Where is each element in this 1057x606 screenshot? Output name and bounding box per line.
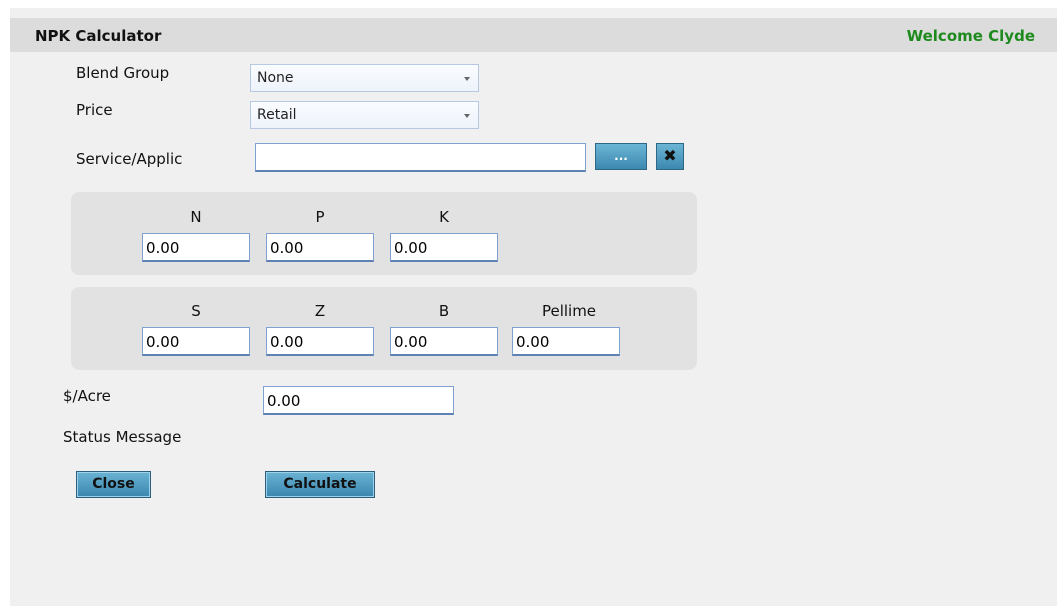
s-input[interactable]: 0.00 — [142, 327, 250, 356]
acre-label: $/Acre — [63, 387, 111, 405]
blend-group-select[interactable]: None — [250, 64, 479, 92]
micros-group: S Z B Pellime 0.00 0.00 0.00 0.00 — [71, 287, 697, 370]
price-select[interactable]: Retail — [250, 101, 479, 129]
price-label: Price — [76, 101, 113, 119]
chevron-down-icon — [464, 77, 470, 81]
service-applic-input[interactable] — [255, 143, 586, 172]
n-label: N — [190, 208, 202, 226]
k-label: K — [439, 208, 449, 226]
browse-button[interactable]: ... — [595, 143, 647, 170]
page-title: NPK Calculator — [35, 27, 162, 45]
acre-input[interactable]: 0.00 — [263, 386, 454, 415]
chevron-down-icon — [464, 114, 470, 118]
blend-group-label: Blend Group — [76, 64, 170, 82]
close-button[interactable]: Close — [76, 471, 151, 498]
clear-button[interactable]: ✖ — [656, 143, 684, 170]
npk-group: N P K 0.00 0.00 0.00 — [71, 192, 697, 275]
price-value: Retail — [257, 107, 297, 123]
k-input[interactable]: 0.00 — [390, 233, 498, 262]
p-label: P — [315, 208, 325, 226]
n-input[interactable]: 0.00 — [142, 233, 250, 262]
welcome-message: Welcome Clyde — [906, 27, 1035, 45]
pellime-input[interactable]: 0.00 — [512, 327, 620, 356]
z-label: Z — [314, 302, 326, 320]
calculate-button[interactable]: Calculate — [265, 471, 375, 498]
pellime-label: Pellime — [541, 302, 597, 320]
close-icon: ✖ — [663, 146, 677, 165]
status-message-label: Status Message — [63, 428, 182, 446]
b-label: B — [438, 302, 450, 320]
npk-calculator-panel: NPK Calculator Welcome Clyde Blend Group… — [10, 8, 1057, 606]
z-input[interactable]: 0.00 — [266, 327, 374, 356]
title-bar: NPK Calculator Welcome Clyde — [10, 18, 1057, 52]
s-label: S — [191, 302, 201, 320]
p-input[interactable]: 0.00 — [266, 233, 374, 262]
blend-group-value: None — [257, 70, 294, 86]
service-applic-label: Service/Applic — [76, 150, 183, 168]
b-input[interactable]: 0.00 — [390, 327, 498, 356]
